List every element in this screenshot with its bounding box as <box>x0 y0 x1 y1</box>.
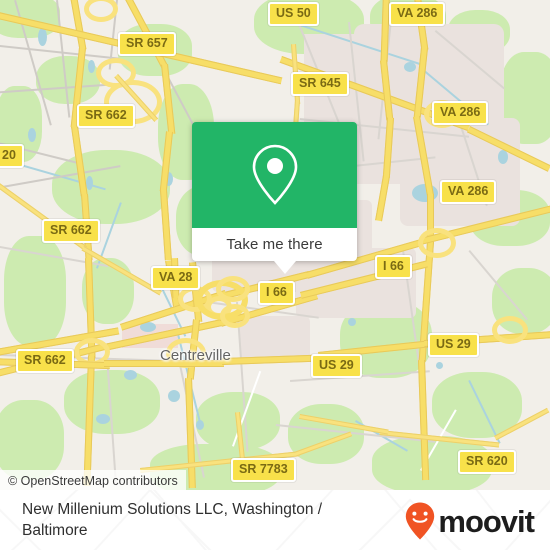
residential-area <box>240 316 310 360</box>
road-shield: VA 286 <box>432 101 489 125</box>
water-body <box>28 128 36 142</box>
place-label-centreville: Centreville <box>160 347 231 364</box>
moovit-logo[interactable]: moovit <box>405 502 535 540</box>
road-shield: US 29 <box>311 354 362 378</box>
moovit-wordmark: moovit <box>438 503 535 539</box>
water-body <box>498 150 508 164</box>
road-shield: VA 286 <box>389 2 446 26</box>
major-road <box>222 354 323 365</box>
road-shield: VA 28 <box>151 266 201 290</box>
interchange-loop <box>418 228 456 258</box>
water-body <box>436 362 443 369</box>
footer-bar: New Millenium Solutions LLC, Washington … <box>0 490 550 550</box>
callout-tail <box>274 261 296 274</box>
water-body <box>38 28 47 46</box>
callout-pin-panel <box>192 122 357 228</box>
map-canvas[interactable]: Centreville SR 657 US 50 VA 286 SR 645 VA 28… <box>0 0 550 490</box>
map-pin-icon <box>252 144 297 205</box>
osm-attribution: © OpenStreetMap contributors <box>0 470 186 490</box>
interchange-loop <box>216 276 250 302</box>
road-shield: SR 662 <box>77 104 135 128</box>
location-callout-card[interactable]: Take me there <box>192 122 357 261</box>
park-area <box>0 400 64 480</box>
road-shield: SR 662 <box>16 349 74 373</box>
water-body <box>124 370 137 380</box>
road-shield: 20 <box>0 144 24 168</box>
water-body <box>404 62 416 72</box>
water-body <box>96 414 110 424</box>
road-shield: I 66 <box>258 281 295 305</box>
road-shield: SR 657 <box>118 32 176 56</box>
road-shield: VA 286 <box>440 180 497 204</box>
take-me-there-label: Take me there <box>226 236 323 253</box>
road-shield: SR 662 <box>42 219 100 243</box>
interchange-loop <box>220 304 250 328</box>
page-title: New Millenium Solutions LLC, Washington … <box>22 501 323 539</box>
water-body <box>88 60 95 73</box>
major-road <box>160 190 172 261</box>
interchange-loop <box>492 316 528 344</box>
road-shield: US 29 <box>428 333 479 357</box>
water-body <box>348 318 356 326</box>
road-shield: SR 620 <box>458 450 516 474</box>
moovit-map-screenshot: Centreville SR 657 US 50 VA 286 SR 645 VA 28… <box>0 0 550 550</box>
take-me-there-button[interactable]: Take me there <box>192 228 357 261</box>
road-shield: I 66 <box>375 255 412 279</box>
water-body <box>168 390 180 402</box>
road-shield: SR 645 <box>291 72 349 96</box>
road-shield: SR 7783 <box>231 458 296 482</box>
road-shield: US 50 <box>268 2 319 26</box>
moovit-smiley-pin-icon <box>406 502 435 540</box>
interchange-loop <box>84 0 118 22</box>
